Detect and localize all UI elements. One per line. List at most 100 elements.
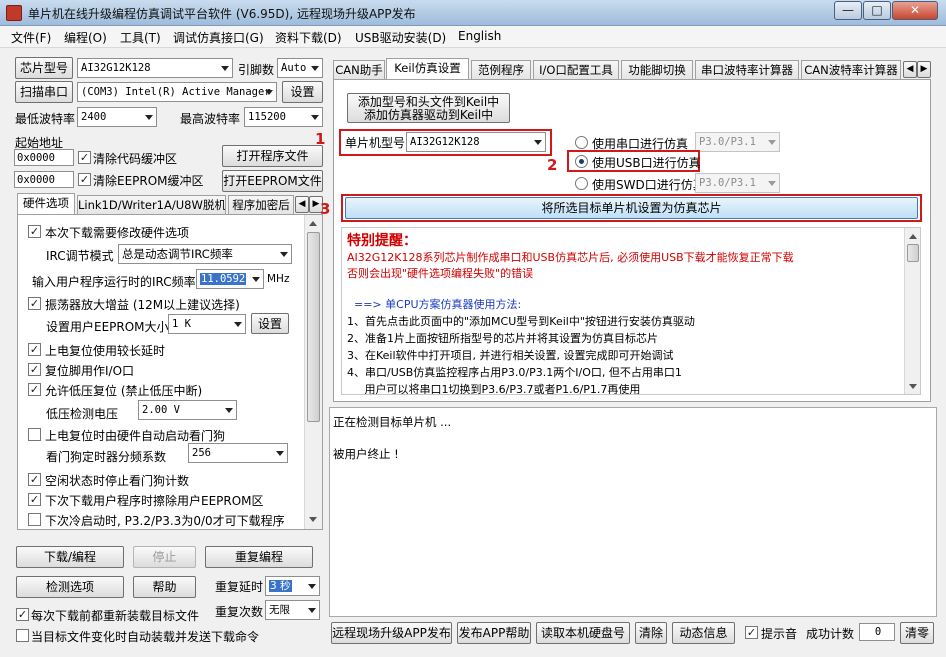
code-address-input[interactable]: 0x0000 (14, 149, 74, 166)
set-simulation-chip-button[interactable]: 将所选目标单片机设置为仿真芯片 (345, 197, 918, 219)
option-cold-start-p32-p33[interactable]: 下次冷启动时, P3.2/P3.3为0/0才可下载程序 (28, 510, 298, 529)
menu-program[interactable]: 编程(O) (64, 29, 107, 46)
scroll-up-icon[interactable] (909, 234, 917, 239)
tab-scroll-left-icon[interactable]: ◀ (903, 61, 917, 78)
watchdog-divider-combo[interactable]: 256 (188, 443, 288, 463)
clear-eeprom-checkbox[interactable]: ✓ (78, 173, 91, 186)
irc-frequency-combo[interactable]: 11.0592 (196, 269, 264, 289)
tab-pin-switch[interactable]: 功能脚切换 (621, 60, 693, 80)
add-to-keil-button[interactable]: 添加型号和头文件到Keil中 添加仿真器驱动到Keil中 (347, 93, 510, 123)
min-baud-label: 最低波特率 (15, 112, 76, 126)
eeprom-set-button[interactable]: 设置 (251, 313, 289, 334)
tab-can-baud-calc[interactable]: CAN波特率计算器 (801, 60, 901, 80)
log-output[interactable]: 正在检测目标单片机 ... 被用户终止 ! (329, 407, 937, 617)
scroll-thumb[interactable] (307, 232, 320, 422)
clear-code-checkbox[interactable]: ✓ (78, 151, 91, 164)
scan-port-button[interactable]: 扫描串口 (15, 81, 73, 103)
checkbox[interactable] (28, 513, 41, 526)
reload-before-download-checkbox[interactable]: ✓ (16, 608, 29, 621)
menu-tools[interactable]: 工具(T) (120, 29, 161, 46)
help-button[interactable]: 帮助 (133, 576, 196, 598)
usage-step-2: 2、准备1片上面按钮所指型号的芯片并将其设置为仿真目标芯片 (347, 332, 658, 345)
tab-io-config[interactable]: I/O口配置工具 (533, 60, 619, 80)
checkbox[interactable]: ✓ (28, 225, 41, 238)
port-combo[interactable]: (COM3) Intel(R) Active Manager (77, 82, 277, 102)
tab-scroll-left-icon[interactable]: ◀ (295, 196, 309, 213)
auto-send-checkbox[interactable] (16, 629, 29, 642)
open-eeprom-button[interactable]: 打开EEPROM文件 (222, 170, 323, 192)
repeat-count-label: 重复次数 (215, 605, 264, 619)
chip-model-combo[interactable]: AI32G12K128 (77, 58, 233, 78)
tab-keil-simulation[interactable]: Keil仿真设置 (386, 58, 469, 80)
maximize-icon[interactable]: □ (863, 1, 891, 20)
chevron-down-icon (308, 608, 316, 613)
usage-step-3: 3、在Keil软件中打开项目, 并进行相关设置, 设置完成即可开始调试 (347, 349, 674, 362)
menu-file[interactable]: 文件(F) (11, 29, 51, 46)
checkbox[interactable]: ✓ (28, 343, 41, 356)
download-program-button[interactable]: 下载/编程 (16, 546, 124, 568)
checkbox[interactable]: ✓ (28, 363, 41, 376)
irc-mode-combo[interactable]: 总是动态调节IRC频率 (118, 244, 292, 264)
menu-bar: 文件(F) 编程(O) 工具(T) 调试仿真接口(G) 资料下载(D) USB驱… (0, 26, 946, 48)
scroll-thumb[interactable] (907, 244, 919, 262)
reset-count-button[interactable]: 清零 (900, 622, 934, 644)
menu-usb-driver[interactable]: USB驱动安装(D) (355, 29, 446, 46)
radio-usb-simulation[interactable] (575, 155, 588, 168)
reload-before-download-label: 每次下载前都重新装载目标文件 (31, 609, 200, 623)
chip-model-button[interactable]: 芯片型号 (15, 57, 73, 79)
uart-pins-combo[interactable]: P3.0/P3.1 (695, 132, 780, 152)
max-baud-combo[interactable]: 115200 (244, 107, 323, 127)
repeat-count-combo[interactable]: 无限 (265, 600, 320, 620)
scroll-down-icon[interactable] (309, 517, 317, 522)
chevron-down-icon (225, 408, 233, 413)
notice-scrollbar[interactable] (904, 228, 920, 394)
menu-debug[interactable]: 调试仿真接口(G) (173, 29, 264, 46)
repeat-program-button[interactable]: 重复编程 (205, 546, 313, 568)
radio-uart-simulation[interactable] (575, 136, 588, 149)
low-voltage-combo[interactable]: 2.00 V (138, 400, 237, 420)
pin-count-combo[interactable]: Auto (277, 58, 323, 78)
dynamic-info-button[interactable]: 动态信息 (672, 622, 735, 644)
min-baud-combo[interactable]: 2400 (77, 107, 157, 127)
repeat-delay-combo[interactable]: 3 秒 (265, 576, 320, 596)
success-count-value: 0 (859, 623, 895, 641)
tab-encryption[interactable]: 程序加密后 (228, 195, 294, 215)
tab-uart-baud-calc[interactable]: 串口波特率计算器 (695, 60, 799, 80)
port-settings-button[interactable]: 设置 (282, 81, 323, 103)
checkbox[interactable]: ✓ (28, 297, 41, 310)
beep-label: 提示音 (761, 627, 798, 641)
checkbox[interactable]: ✓ (28, 383, 41, 396)
menu-english[interactable]: English (458, 29, 501, 43)
beep-checkbox[interactable]: ✓ (745, 626, 758, 639)
close-icon[interactable]: ✕ (892, 1, 938, 20)
frequency-unit: MHz (267, 273, 290, 285)
eeprom-size-combo[interactable]: 1 K (168, 314, 246, 334)
eeprom-address-input[interactable]: 0x0000 (14, 171, 74, 188)
tab-scroll-right-icon[interactable]: ▶ (917, 61, 931, 78)
tab-can-helper[interactable]: CAN助手 (333, 60, 385, 80)
scroll-up-icon[interactable] (309, 221, 317, 226)
check-options-button[interactable]: 检测选项 (16, 576, 124, 598)
open-program-button[interactable]: 打开程序文件 (222, 145, 323, 167)
chevron-down-icon (768, 140, 776, 145)
checkbox[interactable]: ✓ (28, 473, 41, 486)
scroll-down-icon[interactable] (909, 384, 917, 389)
stop-button[interactable]: 停止 (133, 546, 196, 568)
publish-help-button[interactable]: 发布APP帮助 (457, 622, 531, 644)
radio-swd-simulation[interactable] (575, 177, 588, 190)
checkbox[interactable]: ✓ (28, 493, 41, 506)
read-disk-id-button[interactable]: 读取本机硬盘号 (536, 622, 630, 644)
tab-examples[interactable]: 范例程序 (471, 60, 531, 80)
clear-log-button[interactable]: 清除 (635, 622, 667, 644)
swd-pins-combo[interactable]: P3.0/P3.1 (695, 173, 780, 193)
menu-download[interactable]: 资料下载(D) (275, 29, 342, 46)
chevron-down-icon (234, 322, 242, 327)
options-scrollbar[interactable] (304, 215, 322, 529)
tab-offline[interactable]: Link1D/Writer1A/U8W脱机 (77, 195, 226, 215)
annotation-number-3: 3 (320, 200, 331, 218)
mcu-model-combo[interactable]: AI32G12K128 (406, 132, 546, 152)
checkbox[interactable] (28, 428, 41, 441)
publish-app-button[interactable]: 远程现场升级APP发布 (331, 622, 452, 644)
minimize-icon[interactable]: — (834, 1, 862, 20)
tab-hardware-options[interactable]: 硬件选项 (17, 193, 75, 215)
